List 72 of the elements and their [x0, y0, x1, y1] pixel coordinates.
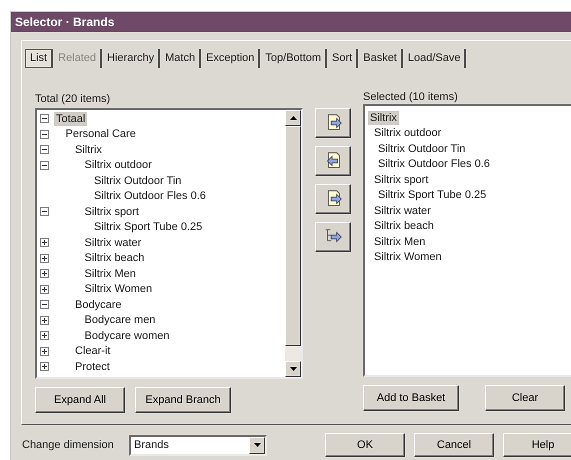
- expand-icon[interactable]: [40, 346, 49, 356]
- tree-item[interactable]: Totaal: [54, 112, 88, 126]
- tree-item[interactable]: Bodycare women: [82, 328, 172, 343]
- scroll-down-button[interactable]: [285, 361, 301, 377]
- dimension-dropdown[interactable]: Brands: [129, 434, 267, 456]
- expand-icon[interactable]: [40, 238, 49, 248]
- tree-item[interactable]: Siltrix Men: [82, 266, 138, 281]
- add-to-basket-button[interactable]: Add to Basket: [363, 385, 459, 411]
- tree-item[interactable]: Siltrix sport: [372, 172, 430, 187]
- tree-item[interactable]: Protect: [73, 360, 112, 374]
- tab[interactable]: Load/Save: [404, 49, 466, 68]
- tree-item[interactable]: Siltrix outdoor: [82, 158, 154, 172]
- tab[interactable]: Sort: [328, 49, 358, 68]
- move-button[interactable]: [315, 222, 351, 252]
- tree-item[interactable]: Personal Care: [64, 127, 138, 142]
- tree-item[interactable]: Siltrix: [73, 142, 104, 157]
- expand-icon[interactable]: [40, 254, 49, 263]
- list-label: Selected (10 items): [363, 90, 459, 104]
- list-label: Total (20 items): [35, 92, 112, 106]
- collapse-icon[interactable]: [40, 300, 49, 310]
- ok-button[interactable]: OK: [325, 433, 405, 457]
- vertical-scrollbar[interactable]: [285, 110, 301, 377]
- down-arrow-icon: [290, 367, 296, 371]
- tab[interactable]: Top/Bottom: [261, 49, 328, 68]
- tree-item[interactable]: Siltrix beach: [372, 219, 436, 234]
- change-dimension-label: Change dimension: [22, 438, 115, 453]
- expand-icon[interactable]: [40, 284, 49, 294]
- up-arrow-icon: [290, 116, 296, 120]
- expand-icon[interactable]: [40, 269, 49, 278]
- tree-item[interactable]: Siltrix Sport Tube 0.25: [92, 220, 204, 234]
- tree-item[interactable]: Siltrix sport: [82, 204, 141, 219]
- tab[interactable]: Match: [161, 49, 202, 68]
- tree-item[interactable]: Siltrix water: [372, 204, 433, 218]
- tree-item[interactable]: Clear-it: [73, 344, 112, 358]
- tree-item[interactable]: Siltrix: [368, 110, 399, 125]
- tree-item[interactable]: Siltrix Sport Tube 0.25: [376, 188, 488, 202]
- collapse-icon[interactable]: [40, 145, 49, 154]
- tree-item[interactable]: Siltrix Women: [372, 250, 444, 264]
- scroll-thumb[interactable]: [285, 126, 301, 346]
- move-button[interactable]: [315, 184, 351, 214]
- tree-item[interactable]: Siltrix Men: [372, 234, 428, 249]
- tab[interactable]: List: [25, 49, 54, 68]
- expand-icon[interactable]: [40, 362, 49, 372]
- expand-all-button[interactable]: Expand All: [35, 387, 125, 413]
- tree-item[interactable]: Siltrix outdoor: [372, 126, 444, 140]
- dropdown-arrow-icon: [254, 443, 260, 447]
- expand-branch-button[interactable]: Expand Branch: [135, 387, 231, 413]
- collapse-icon[interactable]: [40, 160, 49, 170]
- tree-item[interactable]: Siltrix Outdoor Fles 0.6: [376, 157, 492, 172]
- tab[interactable]: Exception: [202, 49, 260, 68]
- tree-item[interactable]: Siltrix Outdoor Fles 0.6: [92, 189, 208, 204]
- scroll-up-button[interactable]: [285, 110, 301, 126]
- move-button[interactable]: [315, 146, 351, 176]
- tree-item[interactable]: Siltrix beach: [82, 251, 146, 266]
- window-title: Selector · Brands: [15, 14, 114, 31]
- tab[interactable]: Basket: [359, 49, 403, 68]
- help-button[interactable]: Help: [503, 433, 571, 457]
- expand-icon[interactable]: [40, 331, 49, 340]
- tree-item[interactable]: Siltrix Outdoor Tin: [376, 142, 468, 156]
- tree-item[interactable]: Siltrix Outdoor Tin: [92, 174, 184, 188]
- collapse-icon[interactable]: [40, 130, 49, 139]
- tree-item[interactable]: Bodycare men: [82, 313, 158, 328]
- tree-item[interactable]: Bodycare: [73, 298, 124, 312]
- move-button[interactable]: [315, 108, 351, 138]
- clear-button[interactable]: Clear: [485, 385, 565, 411]
- collapse-icon[interactable]: [40, 114, 49, 124]
- cancel-button[interactable]: Cancel: [414, 433, 494, 457]
- tab[interactable]: Hierarchy: [103, 49, 160, 68]
- collapse-icon[interactable]: [40, 207, 49, 216]
- tree-item[interactable]: Siltrix water: [82, 236, 144, 250]
- tree-item[interactable]: Siltrix Women: [82, 282, 154, 296]
- expand-icon[interactable]: [40, 316, 49, 325]
